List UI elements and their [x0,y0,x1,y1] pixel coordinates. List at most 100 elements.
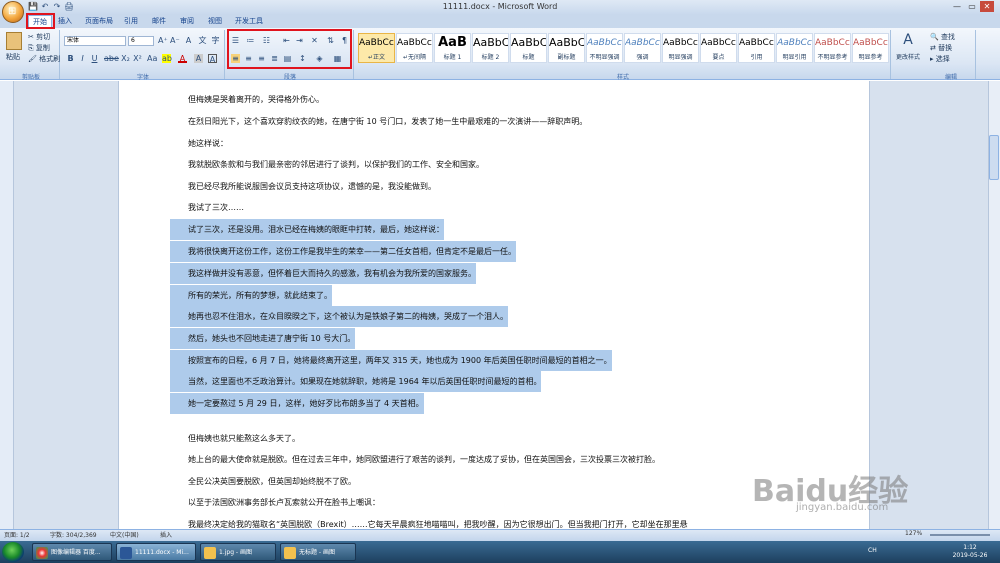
document-paragraph[interactable]: 试了三次，还是没用。泪水已经在梅姨的眼眶中打转，最后，她这样说： [170,219,444,240]
change-styles-button[interactable]: 更改样式 [893,52,923,61]
task-paint-1[interactable]: 1.jpg - 画图 [200,543,276,561]
phonetic-guide-icon[interactable]: 文 [198,36,207,45]
status-words[interactable]: 字数: 304/2,369 [50,530,97,539]
style-item[interactable]: AaBbCcD 明显参考 [852,33,889,63]
style-sample: AaBbCcD [853,38,888,48]
document-paragraph[interactable]: 然后，她头也不回地走进了唐宁街 10 号大门。 [170,328,356,349]
style-sample: AaBbC [511,36,546,49]
copy-button[interactable]: ⎘ 复制 [28,43,50,53]
clock-date: 2019-05-26 [952,552,988,559]
document-paragraph[interactable]: 但梅姨也就只能熬这么多天了。 [188,433,300,445]
tab-references[interactable]: 引用 [122,15,140,28]
minimize-button[interactable]: — [950,1,964,12]
word-icon [120,547,132,559]
strikethrough-button[interactable]: abe [104,54,119,63]
replace-button[interactable]: ⇄ 替换 [930,43,952,53]
char-border-icon[interactable]: A [208,54,217,64]
status-page[interactable]: 页面: 1/2 [4,530,30,539]
redo-icon[interactable]: ↷ [52,2,62,12]
tab-mailings[interactable]: 邮件 [150,15,168,28]
style-item[interactable]: AaBbCcD ↵无间隔 [396,33,433,63]
style-item[interactable]: AaBbCcDc 不明显强调 [586,33,623,63]
italic-button[interactable]: I [78,54,87,63]
document-paragraph[interactable]: 我就脱欧条款和与我们最亲密的邻居进行了谈判，以保护我们的工作、安全和国家。 [188,159,484,171]
style-item[interactable]: AaBbCcDc 强调 [624,33,661,63]
chrome-icon [36,547,48,559]
document-paragraph[interactable]: 以至于法国欧洲事务部长卢瓦索就公开在脸书上嘲讽： [188,497,380,509]
document-paragraph[interactable]: 当然，这里面也不乏政治算计。如果现在她就辞职，她将是 1964 年以后英国任职时… [170,371,542,392]
document-paragraph[interactable]: 我最终决定给我的猫取名“英国脱欧（Brexit）……它每天早晨疯狂地喵喵叫，把我… [188,519,868,529]
maximize-button[interactable]: ▭ [965,1,979,12]
document-paragraph[interactable]: 按照宣布的日程，6 月 7 日，她将最终离开这里，两年又 315 天，她也成为 … [170,350,612,371]
cut-button[interactable]: ✂ 剪切 [28,32,50,42]
style-item[interactable]: AaBbC 副标题 [548,33,585,63]
document-paragraph[interactable]: 我将很快离开这份工作，这份工作是我毕生的荣幸——第二任女首相，但肯定不是最后一任… [170,241,516,262]
highlight-color-button[interactable]: ab [162,54,172,63]
grow-font-icon[interactable]: A⁺ [158,36,168,45]
zoom-level[interactable]: 127% [905,530,922,537]
style-item[interactable]: AaBbCcDc 明显强调 [662,33,699,63]
style-item[interactable]: AaBbCc 明显引用 [776,33,813,63]
font-name-combo[interactable]: 宋体 [64,36,126,46]
document-paragraph[interactable]: 她一定要熬过 5 月 29 日，这样，她好歹比布朗多当了 4 天首相。 [170,393,424,414]
format-painter-button[interactable]: 🖌 格式刷 [28,54,60,64]
enclose-char-icon[interactable]: 字 [211,36,220,45]
document-paragraph[interactable]: 我试了三次…… [188,202,244,214]
start-button[interactable] [2,542,24,562]
style-name: 副标题 [557,54,576,61]
save-icon[interactable]: 💾 [28,2,38,12]
superscript-button[interactable]: X² [133,54,142,63]
style-item[interactable]: AaBbCcD ↵正文 [358,33,395,63]
status-language[interactable]: 中文(中国) [110,530,139,539]
document-paragraph[interactable]: 她上台的最大使命就是脱欧。但在过去三年中，她同欧盟进行了艰苦的谈判，一度达成了妥… [188,454,660,466]
style-item[interactable]: AaBbC 标题 [510,33,547,63]
undo-icon[interactable]: ↶ [40,2,50,12]
status-insert-mode[interactable]: 插入 [160,530,172,539]
document-paragraph[interactable]: 我这样做并没有恶意，但怀着巨大而持久的感激，我有机会为我所爱的国家服务。 [170,263,476,284]
change-styles-icon[interactable]: A [893,32,923,48]
style-item[interactable]: AaB 标题 1 [434,33,471,63]
office-button[interactable]: ⊞ [2,1,24,23]
subscript-button[interactable]: X₂ [121,54,130,63]
ime-indicator[interactable]: CH [868,547,877,554]
tab-page-layout[interactable]: 页面布局 [84,15,114,28]
paste-button[interactable]: 粘贴 [6,52,20,62]
task-label: 图像编辑器 百度... [51,549,101,556]
change-case-button[interactable]: Aa [147,54,157,63]
shrink-font-icon[interactable]: A⁻ [170,36,180,45]
system-clock[interactable]: 1:12 2019-05-26 [945,544,995,560]
close-button[interactable]: ✕ [980,1,994,12]
char-shading-icon[interactable]: A [194,54,203,63]
document-paragraph[interactable]: 全民公决英国要脱欧，但英国却始终脱不了欧。 [188,476,356,488]
style-item[interactable]: AaBbCcL 引用 [738,33,775,63]
style-sample: AaBbC [473,36,508,49]
document-paragraph[interactable]: 她这样说： [188,138,228,150]
find-button[interactable]: 🔍 查找 [930,32,955,42]
tab-view[interactable]: 视图 [206,15,224,28]
bold-button[interactable]: B [66,54,75,63]
tab-developer[interactable]: 开发工具 [233,15,265,28]
style-item[interactable]: AaBbCcD 不明显参考 [814,33,851,63]
tab-insert[interactable]: 插入 [56,15,74,28]
clear-format-icon[interactable]: A [184,36,193,45]
document-paragraph[interactable]: 在烈日阳光下，这个喜欢穿豹纹衣的她，在唐宁街 10 号门口，发表了她一生中最艰难… [188,116,587,128]
font-size-combo[interactable]: 6 [128,36,154,46]
style-sample: AaBbCcD [397,38,432,48]
style-item[interactable]: AaBbCcDc 要点 [700,33,737,63]
select-button[interactable]: ▸ 选择 [930,54,950,64]
document-paragraph[interactable]: 我已经尽我所能说服国会议员支持这项协议，遗憾的是，我没能做到。 [188,181,436,193]
underline-button[interactable]: U [90,54,99,63]
document-paragraph[interactable]: 她再也忍不住泪水，在众目睽睽之下，这个被认为是铁娘子第二的梅姨，哭成了一个泪人。 [170,306,508,327]
task-word[interactable]: 11111.docx - Mi... [116,543,196,561]
tab-review[interactable]: 审阅 [178,15,196,28]
style-sample: AaBbCcL [739,38,774,48]
task-paint-2[interactable]: 无标题 - 画图 [280,543,356,561]
style-item[interactable]: AaBbC 标题 2 [472,33,509,63]
print-icon[interactable]: 🖨 [64,2,74,12]
zoom-slider[interactable] [930,534,990,536]
document-paragraph[interactable]: 所有的荣光，所有的梦想，就此结束了。 [170,285,332,306]
font-color-button[interactable]: A [178,54,187,63]
document-paragraph[interactable]: 但梅姨是哭着离开的，哭得格外伤心。 [188,94,324,106]
scrollbar-thumb[interactable] [989,135,999,180]
task-image-editor[interactable]: 图像编辑器 百度... [32,543,112,561]
